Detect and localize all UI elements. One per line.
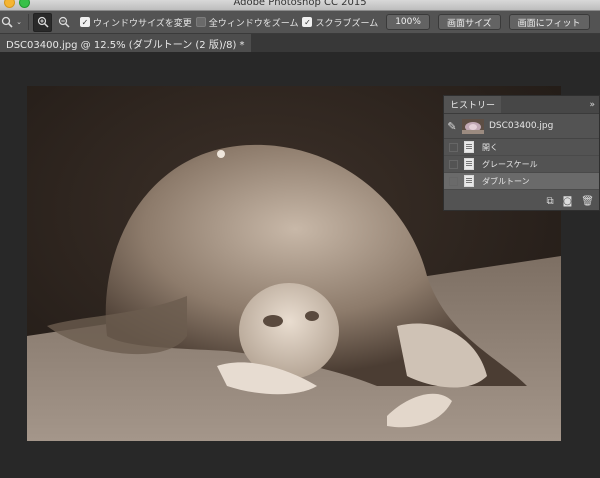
zoom-tool-icon[interactable] <box>0 15 14 29</box>
app-title: Adobe Photoshop CC 2015 <box>233 0 367 8</box>
checkmark-icon: ✓ <box>80 17 90 27</box>
zoom-all-windows-checkbox[interactable]: 全ウィンドウをズーム <box>195 16 299 29</box>
title-bar: Adobe Photoshop CC 2015 <box>0 0 600 11</box>
photo-hair-clip <box>217 150 225 158</box>
scrubby-zoom-label: スクラブズーム <box>315 18 379 29</box>
zoom-out-icon <box>58 16 70 28</box>
fit-screen-button[interactable]: 画面サイズ <box>437 14 501 30</box>
history-panel: ヒストリー » ✎ DSC03400.jpg 開く グレースケール ダブルトーン… <box>443 95 600 211</box>
document-tab-bar: DSC03400.jpg @ 12.5% (ダブルトーン (2 版)/8) * <box>0 34 600 52</box>
options-bar: ⌄ ✓ ウィンドウサイズを変更 全ウィンドウをズーム ✓ スクラブズーム 100… <box>0 11 600 34</box>
snapshot-thumbnail <box>462 118 484 134</box>
zoom-100-button[interactable]: 100% <box>386 14 430 30</box>
trash-icon[interactable]: 🗑 <box>581 196 594 207</box>
unchecked-box-icon <box>195 17 206 27</box>
history-source-checkbox[interactable] <box>449 142 458 152</box>
tool-preset-dropdown-icon[interactable]: ⌄ <box>14 15 24 29</box>
checkmark-icon: ✓ <box>302 17 313 27</box>
history-item-label: 開く <box>482 142 498 152</box>
photo-doll-eye <box>263 315 283 327</box>
photo-doll-eye <box>305 311 319 321</box>
history-item-open[interactable]: 開く <box>444 139 599 156</box>
tab-history[interactable]: ヒストリー <box>444 96 502 113</box>
scrubby-zoom-checkbox[interactable]: ✓ スクラブズーム <box>302 16 378 29</box>
snapshot-label: DSC03400.jpg <box>489 121 554 131</box>
history-panel-footer: ⧉ ◙ 🗑 <box>444 192 599 210</box>
canvas-area[interactable]: ヒストリー » ✎ DSC03400.jpg 開く グレースケール ダブルトーン… <box>0 52 600 478</box>
panel-menu-icon[interactable]: » <box>589 100 599 110</box>
divider <box>28 14 29 30</box>
fill-screen-button[interactable]: 画面にフィット <box>508 14 590 30</box>
history-state-icon <box>464 141 474 153</box>
history-source-checkbox[interactable] <box>449 159 458 169</box>
history-item-label: ダブルトーン <box>482 176 530 186</box>
zoom-all-windows-label: 全ウィンドウをズーム <box>208 18 299 29</box>
zoom-out-button[interactable] <box>55 14 72 31</box>
history-panel-header: ヒストリー » <box>444 96 599 114</box>
history-source-checkbox[interactable] <box>449 176 458 186</box>
zoom-in-button[interactable] <box>33 12 52 32</box>
history-state-icon <box>464 158 474 170</box>
document-tab[interactable]: DSC03400.jpg @ 12.5% (ダブルトーン (2 版)/8) * <box>0 34 251 52</box>
history-item-label: グレースケール <box>482 159 538 169</box>
history-brush-icon[interactable]: ✎ <box>444 120 460 133</box>
history-snapshot[interactable]: ✎ DSC03400.jpg <box>444 114 599 139</box>
zoom-in-icon <box>37 16 49 28</box>
history-item-duotone[interactable]: ダブルトーン <box>444 173 599 190</box>
camera-snapshot-icon[interactable]: ◙ <box>563 196 573 207</box>
history-item-grayscale[interactable]: グレースケール <box>444 156 599 173</box>
resize-windows-label: ウィンドウサイズを変更 <box>93 18 192 29</box>
history-state-icon <box>464 175 474 187</box>
resize-windows-checkbox[interactable]: ✓ ウィンドウサイズを変更 <box>80 16 192 29</box>
new-document-from-state-icon[interactable]: ⧉ <box>546 196 553 207</box>
